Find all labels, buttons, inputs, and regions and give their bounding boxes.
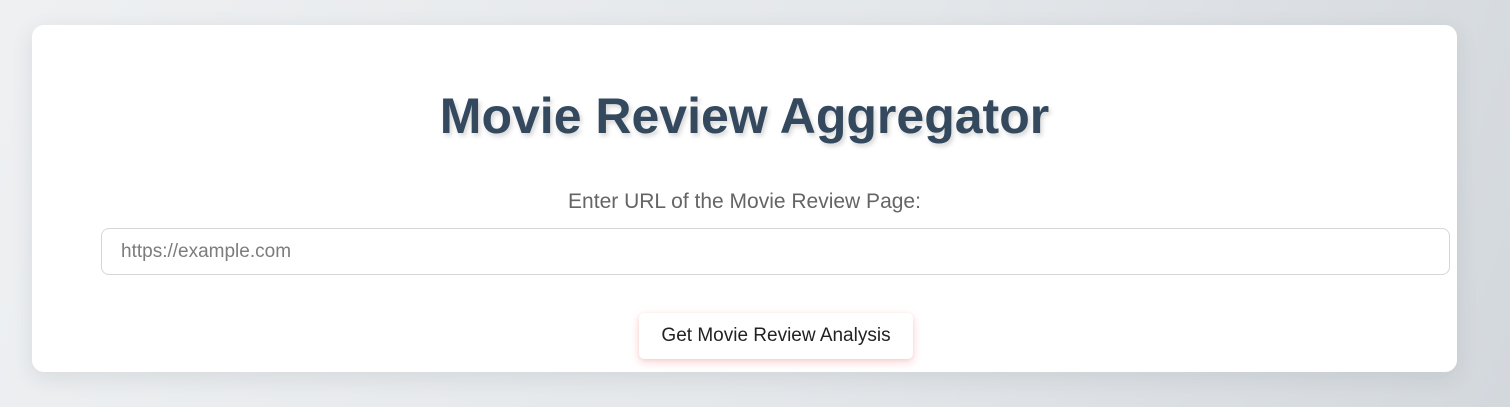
url-label: Enter URL of the Movie Review Page: — [568, 190, 921, 213]
main-card: Movie Review Aggregator Enter URL of the… — [32, 25, 1457, 372]
url-input[interactable] — [101, 228, 1450, 275]
get-analysis-button[interactable]: Get Movie Review Analysis — [639, 313, 913, 359]
page-title: Movie Review Aggregator — [439, 88, 1050, 144]
